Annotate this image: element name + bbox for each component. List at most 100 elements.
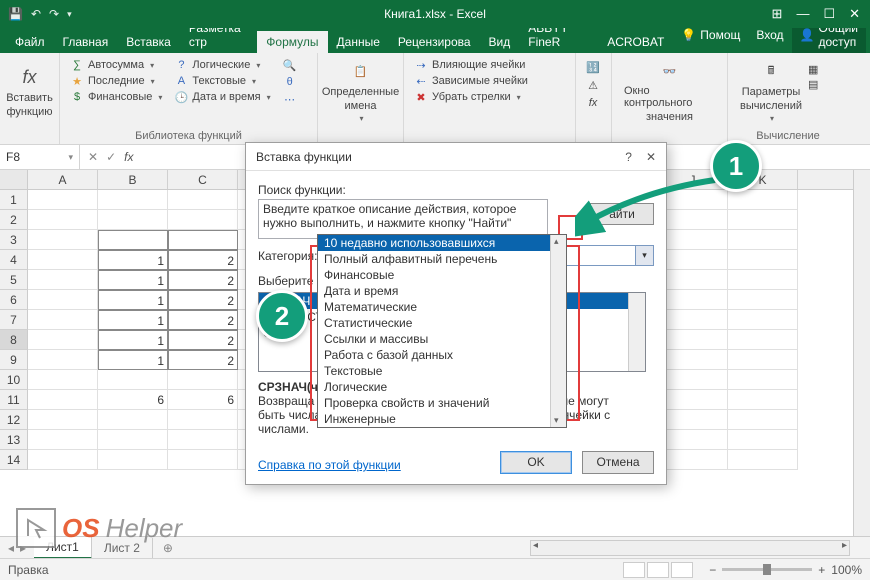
evaluate-button[interactable]: fx (582, 95, 605, 111)
trace-dependents-button[interactable]: ⇠Зависимые ячейки (410, 73, 569, 89)
cell[interactable] (658, 410, 728, 430)
cell[interactable] (658, 250, 728, 270)
dropdown-option[interactable]: Ссылки и массивы (318, 331, 566, 347)
cell[interactable]: 1 (98, 250, 168, 270)
view-break-button[interactable] (671, 562, 693, 578)
cell[interactable] (28, 390, 98, 410)
tab-formulas[interactable]: Формулы (257, 31, 327, 53)
recent-button[interactable]: ★Последние (66, 73, 166, 89)
calc-sheet-icon[interactable]: ▤ (808, 78, 818, 91)
cell[interactable] (658, 270, 728, 290)
cell[interactable] (168, 410, 238, 430)
defined-names-button[interactable]: 📋 Определенные имена (324, 57, 397, 125)
cell[interactable] (28, 250, 98, 270)
cell[interactable] (658, 370, 728, 390)
undo-icon[interactable]: ↶ (31, 7, 41, 21)
maximize-icon[interactable]: ☐ (823, 6, 835, 22)
cell[interactable] (28, 190, 98, 210)
cell[interactable]: 6 (168, 390, 238, 410)
help-link[interactable]: Справка по этой функции (258, 458, 401, 472)
dropdown-option[interactable]: Проверка свойств и значений (318, 395, 566, 411)
insert-function-button[interactable]: fx Вставить функцию (6, 57, 53, 125)
remove-arrows-button[interactable]: ✖Убрать стрелки (410, 89, 569, 105)
cell[interactable] (658, 330, 728, 350)
row-header[interactable]: 4 (0, 250, 28, 270)
close-icon[interactable]: ✕ (849, 6, 860, 22)
row-header[interactable]: 3 (0, 230, 28, 250)
scrollbar[interactable] (550, 235, 566, 427)
dropdown-option[interactable]: Дата и время (318, 283, 566, 299)
dropdown-option[interactable]: Математические (318, 299, 566, 315)
minimize-icon[interactable]: — (796, 6, 809, 22)
error-check-button[interactable]: ⚠ (582, 77, 605, 93)
row-header[interactable]: 7 (0, 310, 28, 330)
calc-now-icon[interactable]: ▦ (808, 63, 818, 76)
cell[interactable] (98, 230, 168, 250)
cell[interactable] (28, 230, 98, 250)
ok-button[interactable]: OK (500, 451, 572, 474)
row-header[interactable]: 5 (0, 270, 28, 290)
cell[interactable] (98, 430, 168, 450)
qat-more-icon[interactable]: ▾ (67, 9, 72, 20)
sheet-nav-prev-icon[interactable]: ◂ (8, 541, 14, 555)
chevron-down-icon[interactable]: ▾ (635, 246, 653, 265)
cell[interactable] (28, 310, 98, 330)
cell[interactable]: 1 (98, 350, 168, 370)
row-header[interactable]: 6 (0, 290, 28, 310)
dropdown-option[interactable]: Финансовые (318, 267, 566, 283)
ribbon-options-icon[interactable]: ⊞ (772, 6, 783, 22)
row-header[interactable]: 9 (0, 350, 28, 370)
dialog-close-icon[interactable]: ✕ (646, 150, 656, 164)
cell[interactable] (98, 210, 168, 230)
cell[interactable] (728, 270, 798, 290)
row-header[interactable]: 14 (0, 450, 28, 470)
tab-acrobat[interactable]: ACROBAT (598, 31, 673, 53)
save-icon[interactable]: 💾 (8, 7, 23, 21)
cell[interactable] (728, 430, 798, 450)
autosum-button[interactable]: ∑Автосумма (66, 57, 166, 73)
cell[interactable] (728, 350, 798, 370)
dropdown-option[interactable]: Текстовые (318, 363, 566, 379)
select-all-corner[interactable] (0, 170, 28, 189)
tab-view[interactable]: Вид (480, 31, 520, 53)
logical-button[interactable]: ?Логические (170, 57, 274, 73)
cell[interactable] (168, 450, 238, 470)
view-normal-button[interactable] (623, 562, 645, 578)
cell[interactable]: 1 (98, 290, 168, 310)
dropdown-option[interactable]: Логические (318, 379, 566, 395)
row-header[interactable]: 13 (0, 430, 28, 450)
cell[interactable] (728, 230, 798, 250)
vertical-scrollbar[interactable] (853, 170, 870, 536)
cell[interactable] (728, 370, 798, 390)
cell[interactable]: 1 (98, 310, 168, 330)
cell[interactable]: 2 (168, 270, 238, 290)
tab-data[interactable]: Данные (328, 31, 389, 53)
cell[interactable] (728, 290, 798, 310)
cell[interactable]: 2 (168, 250, 238, 270)
cell[interactable] (98, 450, 168, 470)
dropdown-option[interactable]: Статистические (318, 315, 566, 331)
cell[interactable] (28, 290, 98, 310)
cell[interactable] (658, 310, 728, 330)
cancel-formula-icon[interactable]: ✕ (88, 150, 98, 164)
cell[interactable]: 2 (168, 350, 238, 370)
tab-insert[interactable]: Вставка (117, 31, 180, 53)
more-fn-button[interactable]: ⋯ (279, 91, 301, 107)
watch-window-button[interactable]: 👓 Окно контрольного значения (618, 57, 721, 125)
tab-file[interactable]: Файл (6, 31, 54, 53)
trace-precedents-button[interactable]: ⇢Влияющие ячейки (410, 57, 569, 73)
dropdown-option[interactable]: Инженерные (318, 411, 566, 427)
col-header[interactable]: C (168, 170, 238, 189)
cell[interactable] (28, 410, 98, 430)
cell[interactable] (728, 190, 798, 210)
cell[interactable] (658, 450, 728, 470)
dropdown-option[interactable]: Полный алфавитный перечень (318, 251, 566, 267)
cell[interactable] (658, 290, 728, 310)
cell[interactable] (728, 450, 798, 470)
text-button[interactable]: AТекстовые (170, 73, 274, 89)
cell[interactable] (28, 430, 98, 450)
redo-icon[interactable]: ↷ (49, 7, 59, 21)
name-box[interactable]: F8▾ (0, 145, 80, 169)
cell[interactable] (28, 270, 98, 290)
cell[interactable] (28, 350, 98, 370)
